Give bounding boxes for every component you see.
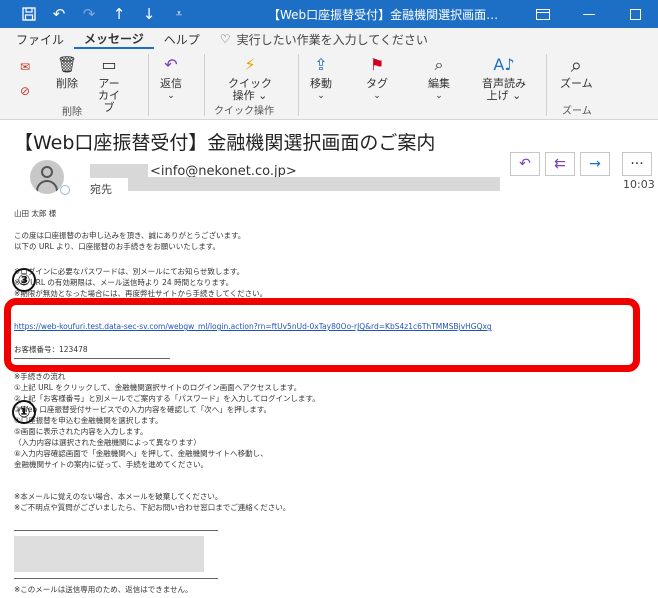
group-label-zoom: ズーム (562, 106, 592, 117)
quick-access-toolbar: ↶ ↷ ↑ ↓ ⩡ (0, 0, 194, 28)
outlook-message-window: ↶ ↷ ↑ ↓ ⩡ 【Web口座振替受付】金融機関選択画面… — ファイル メッ… (0, 0, 658, 598)
body-line: ※本 URL の有効期限は、メール送信時より 24 時間となります。 (14, 278, 234, 287)
save-icon[interactable] (14, 0, 44, 28)
junk-icon[interactable]: ⊘ (14, 80, 36, 104)
step-line: ⑤画面に表示された内容を入力します。 (14, 427, 148, 436)
up-arrow-icon[interactable]: ↑ (104, 0, 134, 28)
title-bar: ↶ ↷ ↑ ↓ ⩡ 【Web口座振替受付】金融機関選択画面… — (0, 0, 658, 28)
to-label: 宛先 (90, 183, 112, 196)
presence-indicator (60, 185, 70, 195)
url-highlight-box (4, 298, 640, 372)
more-actions-icon[interactable]: ··· (622, 152, 652, 176)
reply-icon-button[interactable]: ↶ (510, 152, 540, 176)
move-button[interactable]: ⇪ 移動 ⌄ (310, 54, 332, 102)
speaker-icon: A♪ (493, 55, 515, 74)
divider (14, 578, 218, 579)
step-line: ②上記「お客様番号」と別メールでご案内する「パスワード」を入力してログインします… (14, 394, 320, 403)
message-subject: 【Web口座振替受付】金融機関選択画面のご案内 (14, 132, 436, 154)
tell-me-placeholder: 実行したい作業を入力してください (236, 32, 428, 47)
ribbon-group-delete: ✉ ⊘ 🗑 削除 ▭ アー カイブ 削除 (0, 50, 120, 120)
step-line: ④口座振替を申込む金融機関を選択します。 (14, 416, 163, 425)
quick-steps-button[interactable]: ⚡ クイック 操作 ⌄ (228, 54, 272, 102)
step-line: （入力内容は選択された金融機関によって異なります） (14, 438, 201, 447)
ignore-icon[interactable]: ✉ (14, 56, 36, 80)
menu-bar: ファイル メッセージ ヘルプ ♡ 実行したい作業を入力してください (0, 28, 658, 50)
redo-icon[interactable]: ↷ (74, 0, 104, 28)
ribbon-separator (148, 54, 149, 116)
body-line: 以下の URL より、口座振替のお手続きをお願いいたします。 (14, 242, 220, 251)
ribbon-display-icon[interactable] (520, 0, 566, 28)
zoom-button[interactable]: ⌕ ズーム (560, 54, 593, 90)
window-controls: — (520, 0, 658, 28)
down-arrow-icon[interactable]: ↓ (134, 0, 164, 28)
search-icon: ⌕ (434, 55, 444, 74)
step-line: ⑥入力内容確認画面で「金融機関へ」を押して、金融機関サイトへ移動し、 (14, 449, 268, 458)
avatar (30, 160, 64, 194)
trash-icon: 🗑 (56, 55, 78, 74)
reply-all-icon-button[interactable]: ⇇ (545, 152, 575, 176)
window-title: 【Web口座振替受付】金融機関選択画面… (268, 8, 499, 22)
group-label-quick: クイック操作 (214, 106, 274, 117)
ribbon-separator (546, 54, 547, 116)
read-aloud-button[interactable]: A♪ 音声読み 上げ ⌄ (482, 54, 526, 102)
steps-title: ※手続きの流れ (14, 372, 66, 381)
forward-icon-button[interactable]: → (580, 152, 610, 176)
archive-button[interactable]: ▭ アー カイブ (98, 54, 120, 114)
ribbon: ✉ ⊘ 🗑 削除 ▭ アー カイブ 削除 ↶ 返信 ⌄ ⚡ クイック 操作 ⌄ … (0, 50, 658, 120)
ribbon-separator (204, 54, 205, 116)
signature-redacted (14, 536, 204, 572)
body-line: この度は口座振替のお申し込みを頂き、誠にありがとうございます。 (14, 231, 246, 240)
recipient-redacted (128, 177, 500, 191)
maximize-icon[interactable] (612, 0, 658, 28)
tell-me-search[interactable]: ♡ 実行したい作業を入力してください (220, 31, 428, 48)
menu-help[interactable]: ヘルプ (154, 28, 210, 50)
reply-button[interactable]: ↶ 返信 ⌄ (160, 54, 182, 102)
zoom-icon: ⌕ (570, 53, 582, 77)
step-line: ③Web 口座振替受付サービスでの入力内容を確認して「次へ」を押します。 (14, 405, 271, 414)
lightbulb-icon: ♡ (219, 32, 231, 46)
greeting: 山田 太郎 様 (14, 209, 57, 218)
step-line: 金融機関サイトの案内に従って、手続を進めてください。 (14, 460, 209, 469)
flag-icon: ⚑ (369, 55, 385, 74)
sender-name-redacted (90, 164, 148, 178)
menu-file[interactable]: ファイル (0, 28, 74, 50)
note-line: ※本メールに覚えのない場合、本メールを破棄してください。 (14, 492, 223, 501)
minimize-icon[interactable]: — (566, 0, 612, 28)
tag-button[interactable]: ⚑ タグ ⌄ (366, 54, 388, 102)
dropdown-icon[interactable]: ⩡ (164, 0, 194, 28)
ribbon-separator (298, 54, 299, 116)
archive-icon: ▭ (101, 55, 117, 74)
delete-button[interactable]: 🗑 削除 (56, 54, 78, 90)
move-icon: ⇪ (314, 55, 328, 74)
annotation-three: ③ (12, 268, 36, 292)
divider (14, 530, 218, 531)
edit-button[interactable]: ⌕ 編集 ⌄ (428, 54, 450, 102)
lightning-icon: ⚡ (244, 55, 256, 74)
reply-icon: ↶ (164, 55, 178, 74)
note-line: ※ご不明点や質問がございましたら、下記お問い合わせ窓口までご連絡ください。 (14, 503, 291, 512)
annotation-one: ① (12, 400, 36, 424)
body-line: ※期限が無効となった場合には、再度弊社サイトから手続きしてください。 (14, 289, 268, 298)
body-line: ※ログインに必要なパスワードは、別メールにてお知らせ致します。 (14, 267, 245, 276)
group-label-delete: 削除 (62, 107, 82, 118)
footer-note: ※このメールは送信専用のため、返信はできません。 (14, 585, 193, 594)
received-time: 10:03 (623, 178, 655, 191)
menu-message[interactable]: メッセージ (74, 29, 154, 49)
undo-icon[interactable]: ↶ (44, 0, 74, 28)
step-line: ①上記 URL をクリックして、金融機関選択サイトのログイン画面へアクセスします… (14, 383, 302, 392)
